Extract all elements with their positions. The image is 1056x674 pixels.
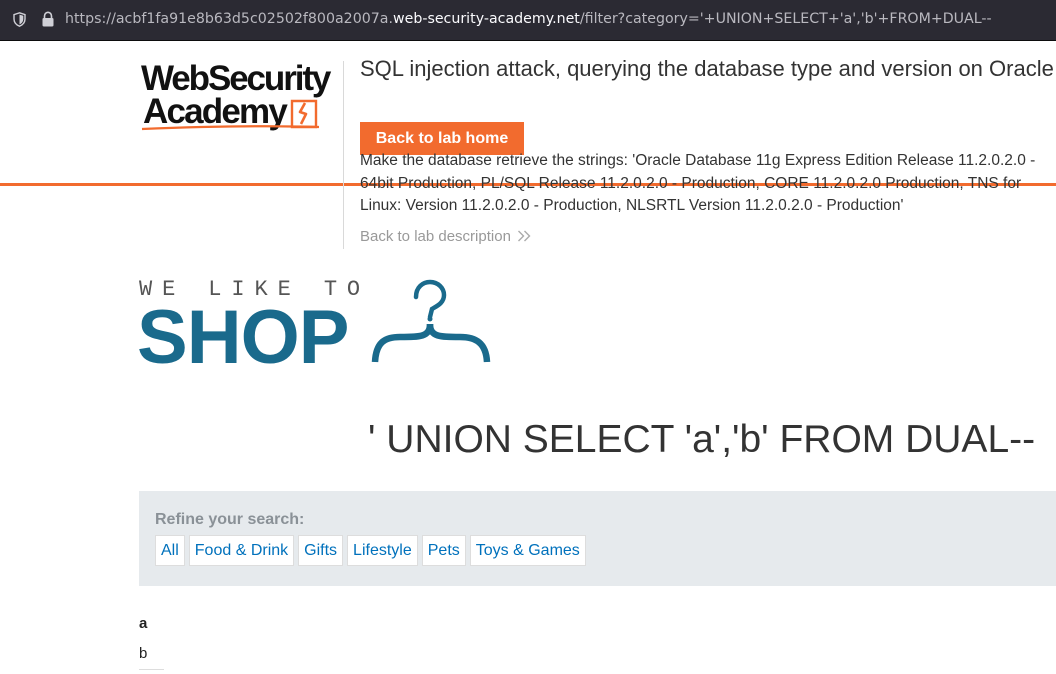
back-to-description-label: Back to lab description xyxy=(360,228,511,245)
browser-address-bar[interactable]: https://acbf1fa91e8b63d5c02502f800a2007a… xyxy=(0,0,1056,41)
shop-logo-wordmark: SHOP xyxy=(137,295,349,380)
result-table-header: a xyxy=(139,615,148,632)
filter-lifestyle[interactable]: Lifestyle xyxy=(347,535,418,566)
logo-line-1: WebSecurity xyxy=(141,59,331,98)
url-text[interactable]: https://acbf1fa91e8b63d5c02502f800a2007a… xyxy=(65,11,992,27)
result-row-divider xyxy=(139,669,164,670)
category-filters: All Food & Drink Gifts Lifestyle Pets To… xyxy=(155,535,586,566)
lock-icon[interactable] xyxy=(41,11,55,28)
logo-underline-swoosh xyxy=(141,125,320,131)
filter-pets[interactable]: Pets xyxy=(421,535,466,566)
url-prefix: https://acbf1fa91e8b63d5c02502f800a2007a… xyxy=(65,11,393,27)
filter-toys-games[interactable]: Toys & Games xyxy=(469,535,586,566)
double-chevron-right-icon xyxy=(517,230,531,242)
header-divider xyxy=(343,61,344,249)
refine-search-panel: Refine your search: All Food & Drink Gif… xyxy=(139,491,1056,586)
search-results-title: ' UNION SELECT 'a','b' FROM DUAL-- xyxy=(368,418,1036,461)
lab-title: SQL injection attack, querying the datab… xyxy=(360,56,1054,81)
result-table-cell: b xyxy=(139,645,148,662)
web-security-academy-logo[interactable]: WebSecurity Academy xyxy=(141,61,341,133)
hanger-icon xyxy=(371,279,491,363)
url-host: web-security-academy.net xyxy=(392,11,580,27)
refine-label: Refine your search: xyxy=(155,511,305,528)
filter-all[interactable]: All xyxy=(155,535,185,566)
lab-description: Make the database retrieve the strings: … xyxy=(360,152,1036,214)
filter-gifts[interactable]: Gifts xyxy=(298,535,344,566)
filter-food-drink[interactable]: Food & Drink xyxy=(188,535,295,566)
tracking-protection-shield-icon[interactable] xyxy=(13,12,26,27)
back-to-lab-description-link[interactable]: Back to lab description xyxy=(360,228,531,245)
url-path: /filter?category='+UNION+SELECT+'a','b'+… xyxy=(579,11,992,27)
